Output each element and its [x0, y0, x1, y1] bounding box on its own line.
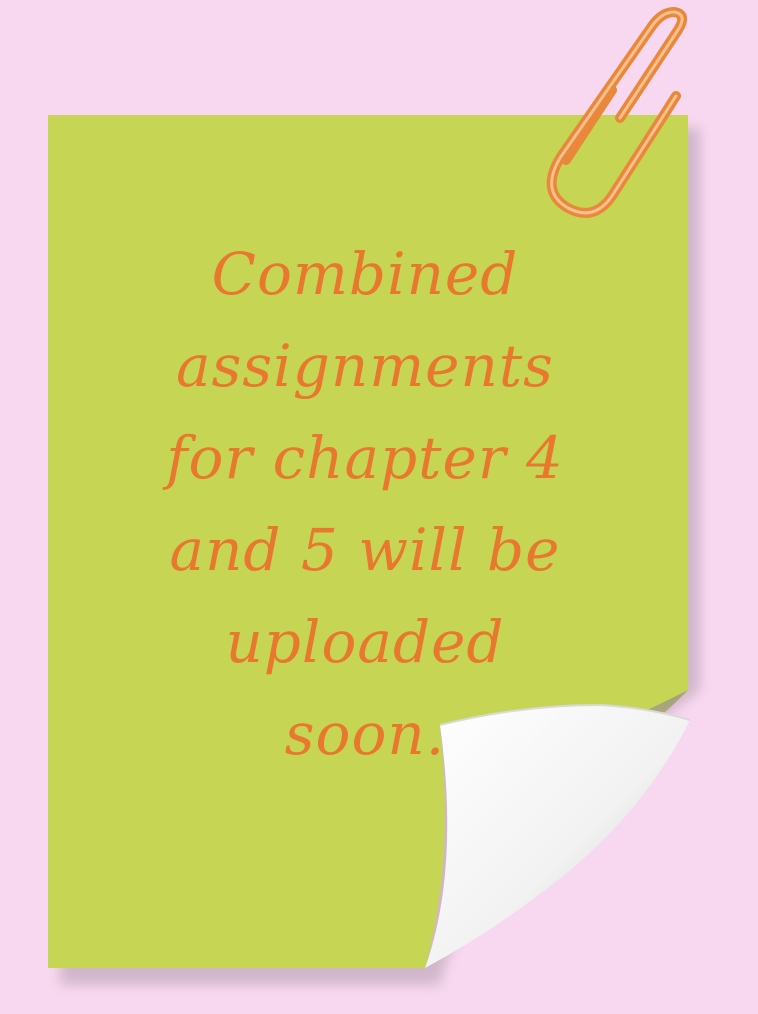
note-line-4: and 5 will be — [169, 516, 561, 584]
note-message: Combined assignments for chapter 4 and 5… — [110, 228, 620, 780]
note-line-6: soon. — [284, 700, 446, 768]
note-line-5: uploaded — [225, 608, 505, 676]
note-line-1: Combined — [211, 240, 519, 308]
sticky-note-scene: Combined assignments for chapter 4 and 5… — [0, 0, 758, 1014]
note-line-3: for chapter 4 — [166, 424, 564, 492]
note-line-2: assignments — [176, 332, 554, 400]
